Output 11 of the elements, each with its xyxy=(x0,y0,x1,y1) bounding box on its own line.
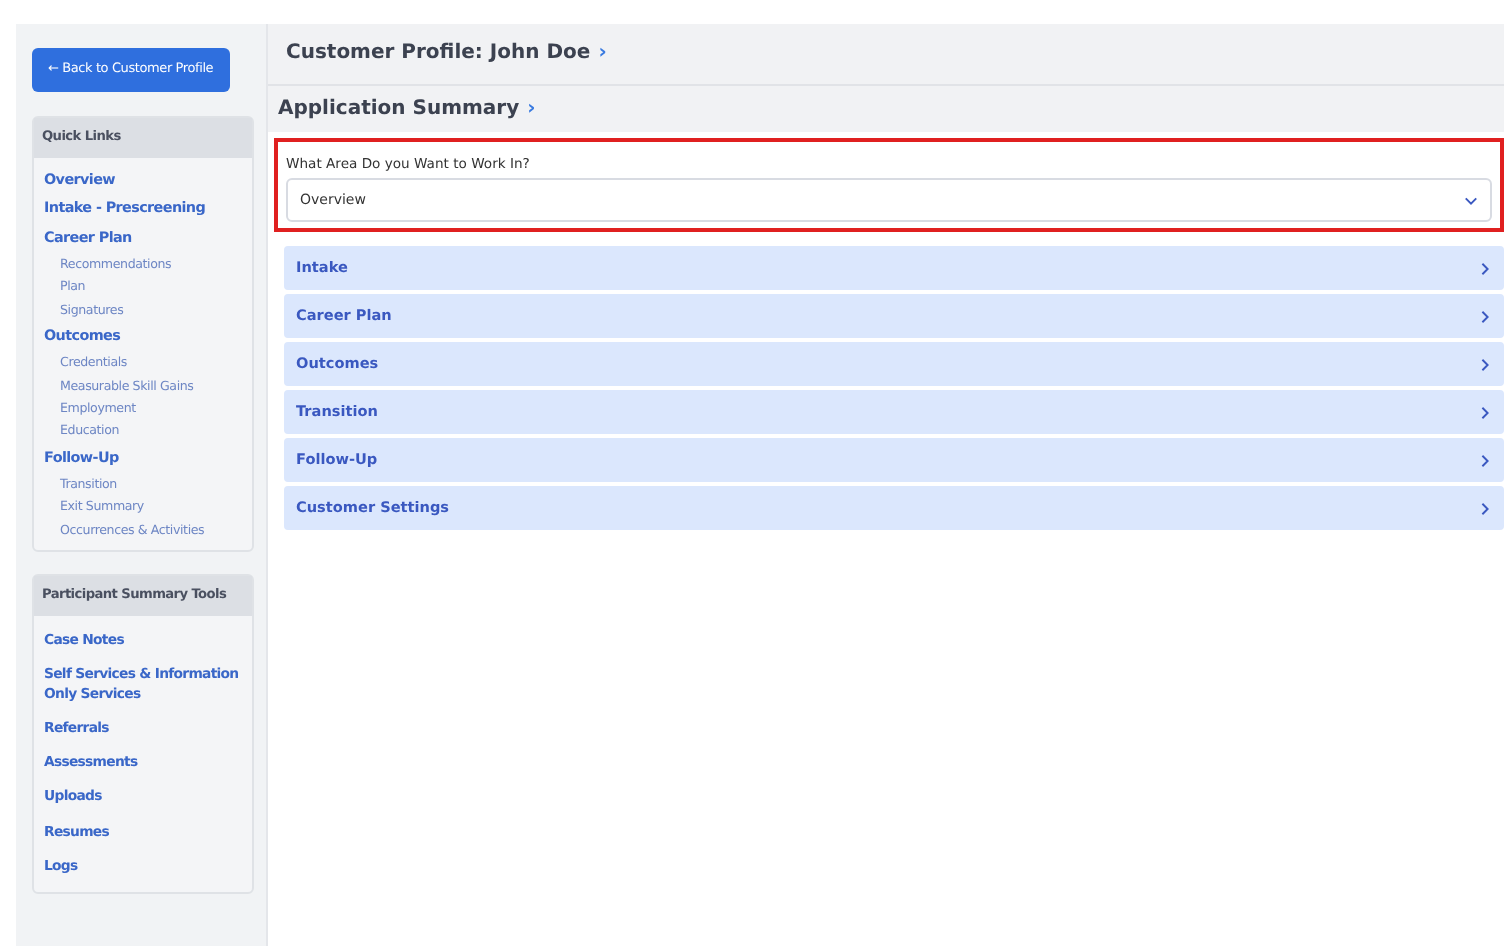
page-title: Customer Profile: John Doe xyxy=(286,42,591,64)
chevron-icon xyxy=(1478,453,1492,468)
section-title: Application Summary xyxy=(278,98,520,120)
caret-icon xyxy=(1464,193,1478,208)
chevron-icon xyxy=(1478,261,1492,276)
chevron-icon: › xyxy=(527,98,536,120)
chevron-icon xyxy=(1478,501,1492,516)
chevron-icon xyxy=(1478,309,1492,324)
chevron-icon xyxy=(1478,405,1492,420)
chevron-icon: › xyxy=(598,42,607,64)
chevron-icon xyxy=(1478,357,1492,372)
